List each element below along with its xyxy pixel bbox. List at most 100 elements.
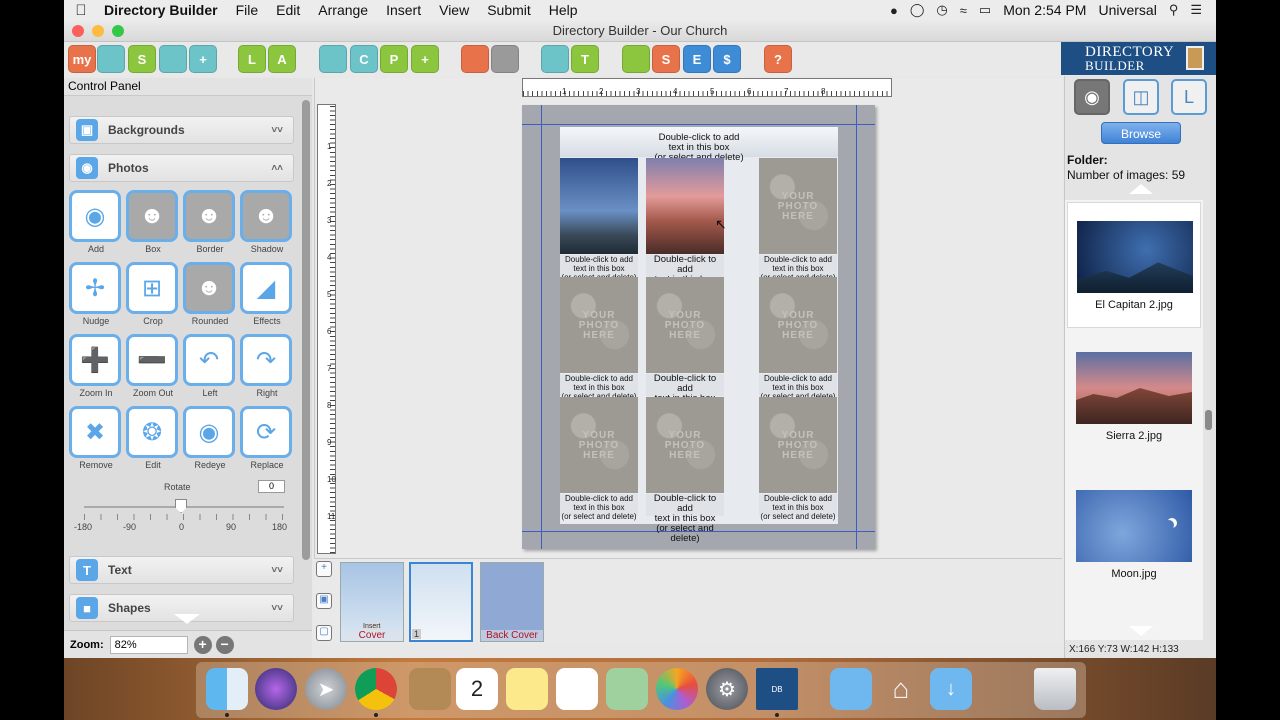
image-item-sierra[interactable]: Sierra 2.jpg [1067, 334, 1201, 460]
toolbar-p-button[interactable]: P [380, 45, 408, 73]
empty-photo-box[interactable]: YOUR PHOTO HERE [759, 397, 837, 493]
thumbnail-back-cover[interactable]: Back Cover [480, 562, 544, 642]
library-icon[interactable]: L [1171, 79, 1207, 115]
calendar-icon[interactable]: 2 [456, 668, 498, 710]
clock-icon[interactable]: ◷ [936, 2, 947, 18]
aperture-icon[interactable]: ❂ [126, 406, 178, 458]
page-header-textbox[interactable]: Double-click to add text in this box (or… [560, 127, 838, 163]
menu-view[interactable]: View [430, 2, 478, 18]
person-shadow-icon[interactable]: ☻ [240, 190, 292, 242]
menu-edit[interactable]: Edit [267, 2, 309, 18]
empty-photo-box[interactable]: YOUR PHOTO HERE [560, 277, 638, 373]
play-icon[interactable] [622, 45, 650, 73]
menu-app-name[interactable]: Directory Builder [98, 2, 227, 18]
camera-icon[interactable]: ◉ [1074, 79, 1110, 115]
apple-icon[interactable]:  [64, 2, 98, 19]
directory-page[interactable]: Double-click to add text in this box (or… [560, 127, 838, 544]
photo-box[interactable] [646, 158, 724, 254]
caption-textbox[interactable]: Double-click to addtext in this box(or s… [560, 374, 638, 401]
trash-icon[interactable] [1034, 668, 1076, 710]
toolbar-layout-button[interactable]: L [238, 45, 266, 73]
zoom-window-button[interactable] [112, 25, 124, 37]
toolbar-new-button[interactable]: + [189, 45, 217, 73]
toolbar-c-button[interactable]: C [350, 45, 378, 73]
caption-textbox[interactable]: Double-click to addtext in this box(or s… [646, 255, 724, 305]
reminders-icon[interactable] [556, 668, 598, 710]
maps-icon[interactable] [606, 668, 648, 710]
section-backgrounds[interactable]: ▣ Backgrounds ˅˅ [69, 116, 294, 144]
zoom-in-icon[interactable]: + [193, 635, 212, 654]
creative-cloud-icon[interactable]: ◯ [910, 2, 925, 18]
browse-button[interactable]: Browse [1101, 122, 1181, 144]
image-list-scrollbar[interactable] [1205, 410, 1212, 430]
contacts-icon[interactable] [409, 668, 451, 710]
effects-icon[interactable]: ◢ [240, 262, 292, 314]
refresh-icon[interactable]: ⟳ [240, 406, 292, 458]
minus-icon[interactable]: ➖ [126, 334, 178, 386]
recent-items-icon[interactable] [980, 668, 1022, 710]
toolbar-my-button[interactable]: my [68, 45, 96, 73]
caption-textbox[interactable]: Double-click to addtext in this box(or s… [759, 494, 837, 521]
photo-box[interactable] [560, 158, 638, 254]
empty-photo-box[interactable]: YOUR PHOTO HERE [759, 277, 837, 373]
empty-photo-box[interactable]: YOUR PHOTO HERE [560, 397, 638, 493]
toolbar-folder-button[interactable] [97, 45, 125, 73]
list-menu-icon[interactable]: ☰ [1190, 2, 1202, 18]
toolbar-add-page-button[interactable]: + [411, 45, 439, 73]
menu-arrange[interactable]: Arrange [309, 2, 377, 18]
undo-icon[interactable] [461, 45, 489, 73]
caption-textbox[interactable]: Double-click to addtext in this box(or s… [759, 374, 837, 401]
toolbar-text-button[interactable]: T [571, 45, 599, 73]
toolbar-price-button[interactable]: $ [713, 45, 741, 73]
toolbar-alpha-button[interactable]: A [268, 45, 296, 73]
person-rounded-icon[interactable]: ☻ [183, 262, 235, 314]
directory-builder-app-icon[interactable]: DB [756, 668, 798, 710]
scroll-up-arrow-icon[interactable] [1129, 184, 1153, 194]
minimize-window-button[interactable] [92, 25, 104, 37]
menu-file[interactable]: File [227, 2, 268, 18]
person-box-icon[interactable]: ☻ [126, 190, 178, 242]
person-border-icon[interactable]: ☻ [183, 190, 235, 242]
toolbar-edit-page-button[interactable] [319, 45, 347, 73]
toolbar-save-button[interactable]: S [128, 45, 156, 73]
menu-submit[interactable]: Submit [478, 2, 540, 18]
image-item-moon[interactable]: Moon.jpg [1067, 472, 1201, 598]
microphone-icon[interactable]: ● [890, 3, 898, 18]
page-icon[interactable]: ▣ [316, 593, 332, 609]
image-item-el-capitan[interactable]: El Capitan 2.jpg [1067, 202, 1201, 328]
launchpad-icon[interactable]: ➤ [305, 668, 347, 710]
siri-icon[interactable] [255, 668, 297, 710]
empty-photo-box[interactable]: YOUR PHOTO HERE [646, 397, 724, 493]
caption-textbox[interactable]: Double-click to addtext in this box(or s… [560, 255, 638, 282]
battery-icon[interactable]: ▭ [979, 2, 991, 18]
caption-textbox[interactable]: Double-click to addtext in this box(or s… [759, 255, 837, 282]
photos-icon[interactable] [656, 668, 698, 710]
scroll-down-arrow-icon[interactable] [1129, 626, 1153, 636]
downloads-folder-icon[interactable]: ↓ [930, 668, 972, 710]
applications-folder-icon[interactable] [830, 668, 872, 710]
toolbar-email-button[interactable]: E [683, 45, 711, 73]
empty-photo-box[interactable]: YOUR PHOTO HERE [759, 158, 837, 254]
toolbar-spellcheck-button[interactable]: S [652, 45, 680, 73]
wifi-icon[interactable]: ≈ [960, 3, 967, 18]
empty-photo-box[interactable]: YOUR PHOTO HERE [646, 277, 724, 373]
caption-textbox[interactable]: Double-click to addtext in this box(or s… [560, 494, 638, 521]
crop-icon[interactable]: ⊞ [126, 262, 178, 314]
zoom-select[interactable]: 82% [109, 635, 188, 654]
search-icon[interactable]: ⚲ [1169, 2, 1179, 18]
toolbar-template-button[interactable] [159, 45, 187, 73]
page-canvas[interactable]: 1 2 3 4 5 6 7 8 1 2 3 4 5 6 7 8 9 10 11 Double-click to ad… [314, 78, 1062, 558]
cover-icon[interactable]: ▢ [316, 625, 332, 641]
camera-icon[interactable]: ◉ [69, 190, 121, 242]
section-photos[interactable]: ◉ Photos ˄˄ [69, 154, 294, 182]
redo-icon[interactable] [491, 45, 519, 73]
finder-icon[interactable] [206, 668, 248, 710]
chrome-icon[interactable] [355, 668, 397, 710]
rotate-right-icon[interactable]: ↷ [240, 334, 292, 386]
rotate-value-field[interactable]: 0 [258, 480, 285, 493]
nudge-arrows-icon[interactable]: ✢ [69, 262, 121, 314]
eye-icon[interactable]: ◉ [183, 406, 235, 458]
home-icon[interactable]: ⌂ [880, 668, 922, 710]
thumbnail-page-1[interactable]: 1 [409, 562, 473, 642]
notes-icon[interactable] [506, 668, 548, 710]
